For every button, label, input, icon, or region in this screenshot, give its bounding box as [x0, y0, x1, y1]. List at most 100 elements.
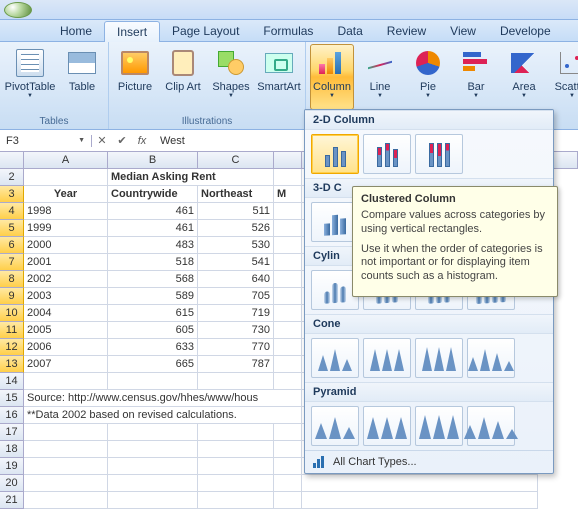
cell[interactable]	[198, 475, 274, 492]
cell[interactable]: 640	[198, 271, 274, 288]
cell[interactable]: 568	[108, 271, 198, 288]
chart-cone-100[interactable]	[415, 338, 463, 378]
cell[interactable]: 665	[108, 356, 198, 373]
column-chart-button[interactable]: Column▼	[310, 44, 354, 110]
row-header[interactable]: 2	[0, 169, 24, 186]
cell[interactable]: 730	[198, 322, 274, 339]
cell[interactable]	[274, 203, 302, 220]
row-header[interactable]: 9	[0, 288, 24, 305]
cell[interactable]: 2001	[24, 254, 108, 271]
cell[interactable]: 461	[108, 203, 198, 220]
cell[interactable]: 461	[108, 220, 198, 237]
cell[interactable]	[302, 475, 538, 492]
cell[interactable]	[24, 441, 108, 458]
chart-stacked-column[interactable]	[363, 134, 411, 174]
cell[interactable]	[108, 373, 198, 390]
cell[interactable]	[198, 492, 274, 509]
cell[interactable]	[198, 424, 274, 441]
cell[interactable]: 2007	[24, 356, 108, 373]
cell[interactable]: 483	[108, 237, 198, 254]
cell[interactable]	[302, 492, 538, 509]
enter-formula-icon[interactable]: ✔	[112, 134, 132, 147]
cell[interactable]	[274, 475, 302, 492]
cell[interactable]: 1999	[24, 220, 108, 237]
cell[interactable]	[198, 441, 274, 458]
chart-cone-3d[interactable]	[467, 338, 515, 378]
cell[interactable]: 589	[108, 288, 198, 305]
cell[interactable]	[24, 373, 108, 390]
row-header[interactable]: 4	[0, 203, 24, 220]
cell[interactable]	[108, 492, 198, 509]
cell[interactable]	[274, 322, 302, 339]
row-header[interactable]: 14	[0, 373, 24, 390]
cell[interactable]: 526	[198, 220, 274, 237]
all-chart-types[interactable]: All Chart Types...	[305, 450, 553, 473]
tab-developer[interactable]: Develope	[488, 21, 563, 41]
cell[interactable]	[274, 458, 302, 475]
row-header[interactable]: 16	[0, 407, 24, 424]
cell[interactable]: 530	[198, 237, 274, 254]
row-header[interactable]: 3	[0, 186, 24, 203]
tab-data[interactable]: Data	[325, 21, 374, 41]
bar-chart-button[interactable]: Bar▼	[454, 44, 498, 110]
cell[interactable]	[274, 271, 302, 288]
cell[interactable]	[274, 424, 302, 441]
formula-value[interactable]: West	[152, 135, 185, 147]
chart-pyramid-3d[interactable]	[467, 406, 515, 446]
cell[interactable]: 2002	[24, 271, 108, 288]
cell[interactable]: 705	[198, 288, 274, 305]
row-header[interactable]: 8	[0, 271, 24, 288]
tab-home[interactable]: Home	[48, 21, 104, 41]
row-header[interactable]: 18	[0, 441, 24, 458]
shapes-button[interactable]: Shapes▼	[209, 44, 253, 110]
cell[interactable]: 615	[108, 305, 198, 322]
table-button[interactable]: Table	[60, 44, 104, 110]
fx-icon[interactable]: fx	[132, 135, 152, 147]
cell[interactable]	[274, 254, 302, 271]
cell[interactable]	[274, 288, 302, 305]
cell[interactable]	[24, 475, 108, 492]
cell-note[interactable]: **Data 2002 based on revised calculation…	[24, 407, 302, 424]
picture-button[interactable]: Picture	[113, 44, 157, 110]
cell[interactable]: 1998	[24, 203, 108, 220]
cell[interactable]: 770	[198, 339, 274, 356]
tab-page-layout[interactable]: Page Layout	[160, 21, 251, 41]
row-header[interactable]: 17	[0, 424, 24, 441]
row-header[interactable]: 10	[0, 305, 24, 322]
smartart-button[interactable]: SmartArt	[257, 44, 301, 110]
line-chart-button[interactable]: Line▼	[358, 44, 402, 110]
cell[interactable]	[274, 356, 302, 373]
row-header[interactable]: 15	[0, 390, 24, 407]
cell[interactable]	[198, 169, 274, 186]
cell-header-countrywide[interactable]: Countrywide	[108, 186, 198, 203]
qat-save-icon[interactable]	[38, 3, 52, 17]
cell[interactable]	[198, 373, 274, 390]
cell-title[interactable]: Median Asking Rent	[108, 169, 198, 186]
cell-header-m[interactable]: M	[274, 186, 302, 203]
cell[interactable]	[274, 373, 302, 390]
chart-cone-clustered[interactable]	[311, 338, 359, 378]
col-header-d[interactable]	[274, 152, 302, 169]
row-header[interactable]: 6	[0, 237, 24, 254]
cell[interactable]	[274, 492, 302, 509]
tab-view[interactable]: View	[438, 21, 488, 41]
cell[interactable]	[108, 458, 198, 475]
cell[interactable]: 511	[198, 203, 274, 220]
cell[interactable]	[274, 305, 302, 322]
chart-cone-stacked[interactable]	[363, 338, 411, 378]
cell[interactable]	[274, 169, 302, 186]
scatter-chart-button[interactable]: Scatter▼	[550, 44, 578, 110]
tab-formulas[interactable]: Formulas	[251, 21, 325, 41]
cancel-formula-icon[interactable]: ✕	[92, 134, 112, 147]
row-header[interactable]: 7	[0, 254, 24, 271]
cell-header-northeast[interactable]: Northeast	[198, 186, 274, 203]
pivottable-button[interactable]: PivotTable▼	[4, 44, 56, 110]
cell[interactable]	[274, 237, 302, 254]
cell[interactable]	[108, 475, 198, 492]
row-header[interactable]: 20	[0, 475, 24, 492]
clipart-button[interactable]: Clip Art	[161, 44, 205, 110]
row-header[interactable]: 5	[0, 220, 24, 237]
chart-pyramid-stacked[interactable]	[363, 406, 411, 446]
chart-100-stacked-column[interactable]	[415, 134, 463, 174]
cell[interactable]: 2005	[24, 322, 108, 339]
